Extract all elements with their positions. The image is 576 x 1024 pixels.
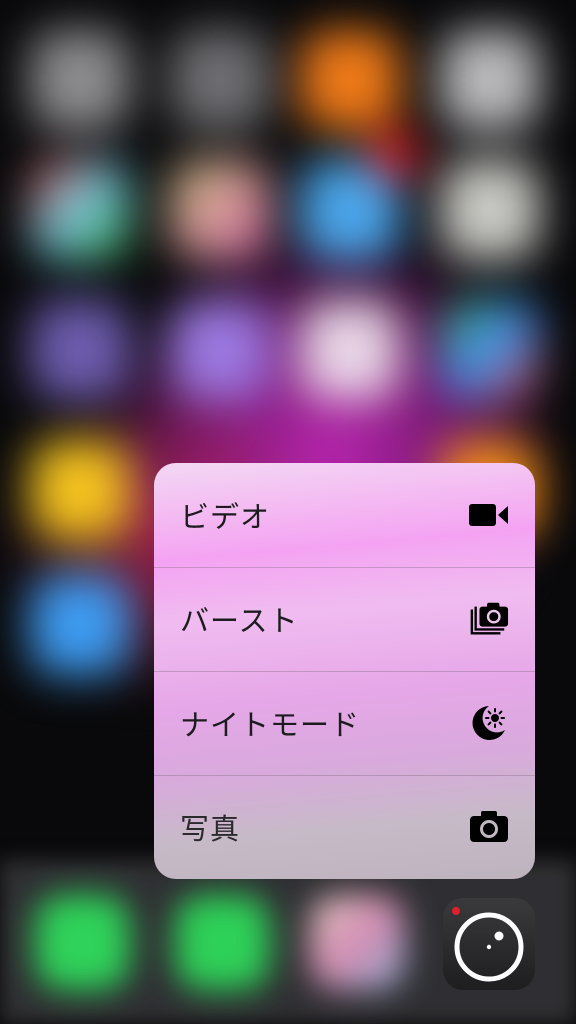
- camera-icon: [469, 807, 509, 847]
- quick-action-menu: ビデオ バースト ナイトモード 写真: [154, 463, 535, 879]
- quick-action-burst[interactable]: バースト: [154, 567, 535, 671]
- camera-lens-icon: [452, 907, 524, 982]
- camera-app-icon[interactable]: [443, 898, 535, 990]
- quick-action-label: ナイトモード: [180, 708, 361, 742]
- home-screen: ビデオ バースト ナイトモード 写真: [0, 0, 576, 1024]
- quick-action-photo[interactable]: 写真: [154, 775, 535, 879]
- burst-camera-icon: [469, 599, 509, 639]
- quick-action-video[interactable]: ビデオ: [154, 463, 535, 567]
- quick-action-label: ビデオ: [180, 500, 271, 534]
- quick-action-night-mode[interactable]: ナイトモード: [154, 671, 535, 775]
- video-camera-icon: [469, 495, 509, 535]
- night-mode-icon: [469, 703, 509, 743]
- quick-action-label: バースト: [180, 604, 299, 638]
- quick-action-label: 写真: [180, 812, 241, 846]
